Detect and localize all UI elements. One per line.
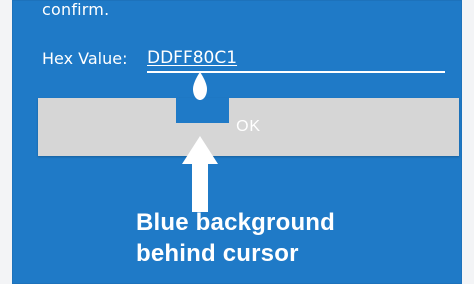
annotation-line-1: Blue background: [136, 209, 336, 236]
up-arrow-icon: [182, 136, 218, 212]
hex-color-dialog: confirm. Hex Value: DDFF80C1 OK Blue bac…: [12, 0, 462, 284]
cursor-annotation: Blue background behind cursor: [136, 207, 335, 269]
hex-value-label: Hex Value:: [42, 49, 128, 68]
ok-button[interactable]: OK: [38, 98, 459, 156]
screenshot-frame: confirm. Hex Value: DDFF80C1 OK Blue bac…: [0, 0, 474, 284]
confirm-text: confirm.: [42, 0, 110, 19]
text-selection-handle-icon[interactable]: [186, 72, 214, 106]
hex-value-input[interactable]: DDFF80C1: [147, 47, 237, 69]
ok-button-label: OK: [236, 118, 261, 135]
annotation-line-2: behind cursor: [136, 240, 299, 267]
